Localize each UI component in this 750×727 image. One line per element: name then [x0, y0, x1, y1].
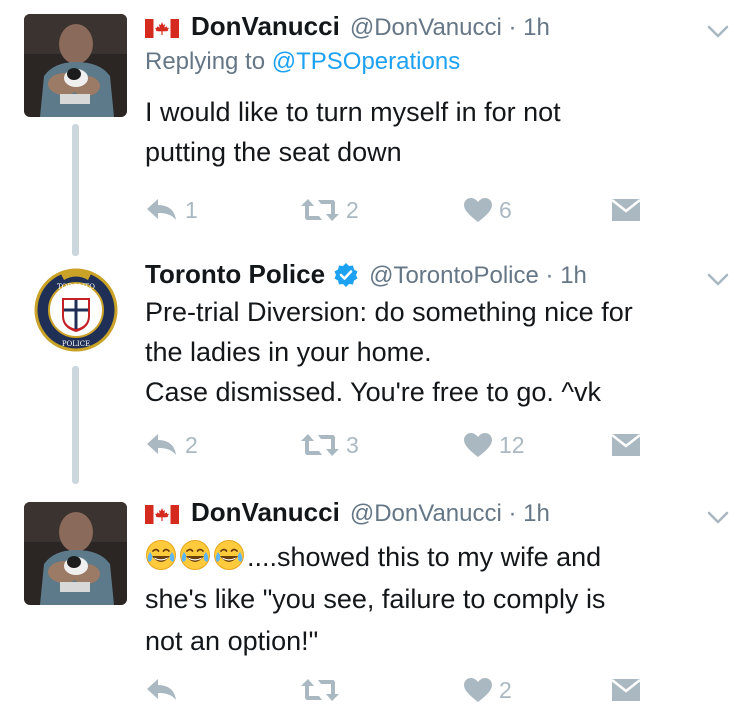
- handle-text[interactable]: @DonVanucci: [350, 500, 502, 527]
- reply-count: 1: [185, 196, 198, 223]
- badge-bottom-text: POLICE: [62, 340, 90, 348]
- tweet-text-line: ....showed this to my wife and: [145, 536, 730, 578]
- heart-icon: [463, 432, 493, 458]
- tweet-text: ....showed this to my wife and she's lik…: [145, 536, 730, 662]
- action-bar: 2: [145, 675, 665, 705]
- separator: ·: [508, 14, 517, 41]
- heart-icon: [463, 677, 493, 703]
- retweet-count: 3: [346, 431, 359, 458]
- canada-flag-icon: [145, 505, 179, 524]
- tweet-text-line: she's like "you see, failure to comply i…: [145, 584, 606, 614]
- retweet-icon: [300, 677, 340, 703]
- replying-prefix: Replying to: [145, 48, 266, 75]
- user-handle[interactable]: @TorontoPolice · 1h: [369, 260, 587, 292]
- tweet-text-line: the ladies in your home.: [145, 337, 432, 367]
- tweet-text: I would like to turn myself in for not p…: [145, 92, 730, 172]
- replying-to: Replying to @TPSOperations: [145, 46, 730, 78]
- heart-icon: [463, 197, 493, 223]
- timestamp[interactable]: 1h: [560, 262, 587, 289]
- badge-top-text: TORONTO: [57, 283, 95, 291]
- reply-icon: [145, 677, 179, 703]
- face-with-tears-of-joy-icon: [145, 539, 177, 571]
- verified-badge-icon: [334, 263, 358, 287]
- separator: ·: [545, 262, 554, 289]
- face-with-tears-of-joy-icon: [179, 539, 211, 571]
- tweet-text: Pre-trial Diversion: do something nice f…: [145, 292, 730, 412]
- reply-icon: [145, 432, 179, 458]
- tweet-text-line: I would like to turn myself in for not: [145, 97, 561, 127]
- retweet-icon: [300, 197, 340, 223]
- face-with-tears-of-joy-icon: [213, 539, 245, 571]
- timestamp[interactable]: 1h: [523, 500, 550, 527]
- handle-text[interactable]: @DonVanucci: [350, 14, 502, 41]
- tweet-3[interactable]: DonVanucci @DonVanucci · 1h ....showed t…: [0, 488, 750, 727]
- like-button[interactable]: 6: [463, 195, 512, 225]
- direct-message-button[interactable]: [611, 195, 641, 225]
- display-name[interactable]: Toronto Police: [145, 258, 325, 290]
- avatar-toronto-police[interactable]: TORONTO POLICE: [26, 258, 126, 358]
- tweet-text-line: not an option!": [145, 626, 319, 656]
- avatar-donvanucci[interactable]: [24, 14, 127, 117]
- envelope-icon: [611, 198, 641, 222]
- reply-button[interactable]: [145, 675, 185, 705]
- retweet-icon: [300, 432, 340, 458]
- tweet-text-line: putting the seat down: [145, 137, 402, 167]
- envelope-icon: [611, 433, 641, 457]
- reply-icon: [145, 197, 179, 223]
- retweet-button[interactable]: 2: [300, 195, 359, 225]
- action-bar: 2 3 12: [145, 430, 665, 460]
- like-button[interactable]: 12: [463, 430, 525, 460]
- reply-button[interactable]: 2: [145, 430, 198, 460]
- canada-flag-icon: [145, 19, 179, 38]
- like-button[interactable]: 2: [463, 675, 512, 705]
- chevron-down-icon[interactable]: [706, 272, 730, 288]
- display-name[interactable]: DonVanucci: [191, 10, 340, 42]
- reply-count: 2: [185, 431, 198, 458]
- tweet-text-fragment: ....showed this to my wife and: [247, 542, 602, 572]
- tweet-header: Toronto Police @TorontoPolice · 1h: [145, 258, 730, 292]
- chevron-down-icon[interactable]: [706, 24, 730, 40]
- retweet-button[interactable]: [300, 675, 346, 705]
- tweet-2[interactable]: TORONTO POLICE Toronto Police @TorontoPo…: [0, 244, 750, 488]
- avatar-donvanucci[interactable]: [24, 502, 127, 605]
- separator: ·: [508, 500, 517, 527]
- tweet-text-line: Pre-trial Diversion: do something nice f…: [145, 297, 633, 327]
- display-name[interactable]: DonVanucci: [191, 496, 340, 528]
- user-handle[interactable]: @DonVanucci · 1h: [350, 498, 550, 530]
- tweet-header: DonVanucci @DonVanucci · 1h: [145, 496, 730, 530]
- chevron-down-icon[interactable]: [706, 510, 730, 526]
- action-bar: 1 2 6: [145, 195, 665, 225]
- direct-message-button[interactable]: [611, 430, 641, 460]
- retweet-button[interactable]: 3: [300, 430, 359, 460]
- retweet-count: 2: [346, 196, 359, 223]
- tweet-text-line: Case dismissed. You're free to go. ^vk: [145, 377, 602, 407]
- like-count: 2: [499, 676, 512, 703]
- tweet-1[interactable]: DonVanucci @DonVanucci · 1h Replying to …: [0, 0, 750, 244]
- like-count: 12: [499, 431, 525, 458]
- like-count: 6: [499, 196, 512, 223]
- mention-link[interactable]: @TPSOperations: [272, 48, 460, 75]
- timestamp[interactable]: 1h: [523, 14, 550, 41]
- user-handle[interactable]: @DonVanucci · 1h: [350, 12, 550, 44]
- handle-text[interactable]: @TorontoPolice: [369, 262, 539, 289]
- direct-message-button[interactable]: [611, 675, 641, 705]
- tweet-header: DonVanucci @DonVanucci · 1h: [145, 10, 730, 44]
- reply-button[interactable]: 1: [145, 195, 198, 225]
- envelope-icon: [611, 678, 641, 702]
